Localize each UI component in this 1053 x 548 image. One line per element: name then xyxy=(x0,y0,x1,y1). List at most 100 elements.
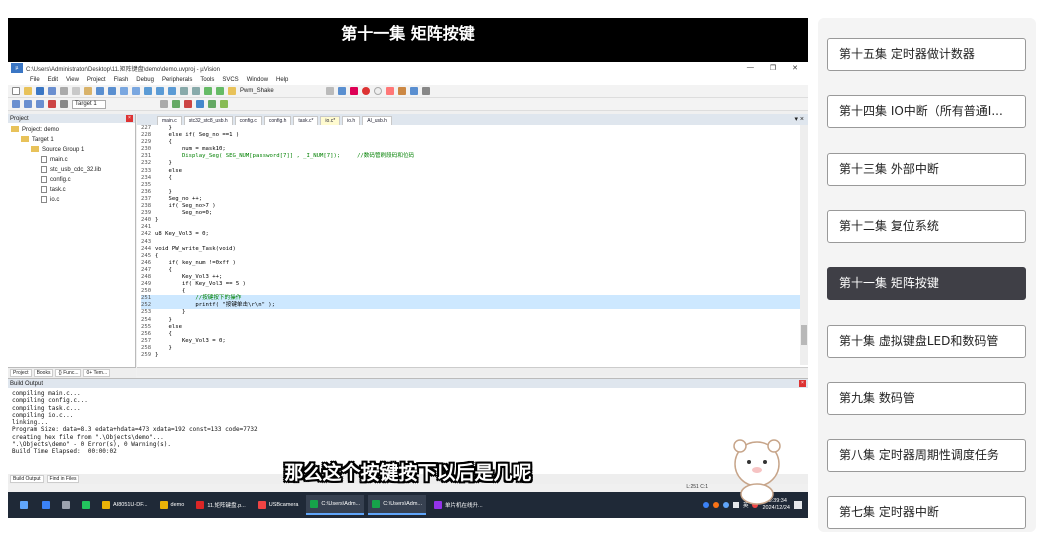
tree-item[interactable]: main.c xyxy=(8,155,135,165)
code-area[interactable]: 227 } 228 else if( Seg_no ==1 ) 229 {230 n… xyxy=(137,125,808,365)
find-combo-text[interactable]: Pwm_Shake xyxy=(240,88,274,94)
project-pane-tab[interactable]: Project xyxy=(10,369,32,377)
window-layout-icon[interactable] xyxy=(409,87,418,95)
tree-item[interactable]: stc_usb_cdc_32.lib xyxy=(8,165,135,175)
editor-tab[interactable]: io.c* xyxy=(320,116,341,125)
taskbar-button[interactable]: AI8051U-DF... xyxy=(98,495,152,515)
project-pane-tab[interactable]: Books xyxy=(33,369,54,377)
tray-app-icon[interactable] xyxy=(702,502,709,508)
stop-build-icon[interactable] xyxy=(60,100,68,108)
editor-tab[interactable]: stc32_stc8_usb.h xyxy=(183,116,233,125)
menu-item-debug[interactable]: Debug xyxy=(136,77,154,83)
manage-packs-icon[interactable] xyxy=(184,100,192,108)
taskbar-button[interactable]: 11.矩阵键盘.p... xyxy=(192,495,249,515)
target-select[interactable]: Target 1 xyxy=(72,99,106,109)
editor-tab[interactable]: main.c xyxy=(157,116,182,125)
new-file-icon[interactable] xyxy=(12,87,20,95)
playlist-item[interactable]: 第十三集 外部中断 xyxy=(827,152,1026,186)
tree-item[interactable]: config.c xyxy=(8,175,135,185)
comment-icon[interactable] xyxy=(204,87,212,95)
close-icon[interactable]: × xyxy=(799,380,806,387)
playlist-item[interactable]: 第十二集 复位系统 xyxy=(827,209,1026,243)
cut-icon[interactable] xyxy=(60,87,68,95)
breakpoint-icon[interactable] xyxy=(361,87,370,95)
find-dropdown-icon[interactable] xyxy=(325,87,334,95)
notification-icon[interactable] xyxy=(794,501,802,509)
clear-breakpoints-icon[interactable] xyxy=(385,87,394,95)
taskbar-button[interactable]: USBcamera xyxy=(254,495,303,515)
copy-icon[interactable] xyxy=(72,87,80,95)
unindent-icon[interactable] xyxy=(192,87,200,95)
menu-item-project[interactable]: Project xyxy=(87,77,106,83)
translate-icon[interactable] xyxy=(12,100,20,108)
taskbar-button[interactable]: demo xyxy=(156,495,189,515)
taskbar-button[interactable]: 单片机在线升... xyxy=(430,495,487,515)
close-icon[interactable]: × xyxy=(126,115,133,122)
menu-item-file[interactable]: File xyxy=(30,77,40,83)
tree-item[interactable]: task.c xyxy=(8,185,135,195)
menu-item-svcs[interactable]: SVCS xyxy=(222,77,238,83)
menu-item-window[interactable]: Window xyxy=(247,77,268,83)
nav-forward-icon[interactable] xyxy=(132,87,140,95)
undo-icon[interactable] xyxy=(96,87,104,95)
menu-item-flash[interactable]: Flash xyxy=(114,77,129,83)
manage-rte-icon[interactable] xyxy=(208,100,216,108)
project-pane-tab[interactable]: {} Func... xyxy=(55,369,82,377)
uncomment-icon[interactable] xyxy=(216,87,224,95)
playlist-item[interactable]: 第七集 定时器中断 xyxy=(827,496,1026,530)
menu-item-tools[interactable]: Tools xyxy=(200,77,214,83)
playlist-item[interactable]: 第十四集 IO中断（所有普通I... xyxy=(827,95,1026,129)
close-icon[interactable]: ▾ × xyxy=(794,115,804,123)
bookmark-next-icon[interactable] xyxy=(168,87,176,95)
project-pane-tab[interactable]: 0+ Tem... xyxy=(83,369,111,377)
editor-tab[interactable]: config.c xyxy=(234,116,262,125)
editor-tab[interactable]: AI_usb.h xyxy=(362,116,392,125)
editor-tab[interactable]: io.h xyxy=(342,116,361,125)
tree-item[interactable]: Project: demo xyxy=(8,125,135,135)
breakpoint-disable-icon[interactable] xyxy=(373,87,382,95)
playlist-item[interactable]: 第十一集 矩阵按键 xyxy=(827,267,1026,301)
editor-horizontal-scrollbar[interactable] xyxy=(137,367,808,376)
tray-app-icon[interactable] xyxy=(712,502,719,508)
save-icon[interactable] xyxy=(36,87,44,95)
find-in-files-icon[interactable] xyxy=(228,87,236,95)
editor-tab[interactable]: task.c* xyxy=(293,116,319,125)
wrench-icon[interactable] xyxy=(421,87,430,95)
video-player[interactable]: 第十一集 矩阵按键 µ C:\Users\Administrator\Deskt… xyxy=(8,18,808,518)
start-button[interactable] xyxy=(16,495,32,515)
redo-icon[interactable] xyxy=(108,87,116,95)
nav-back-icon[interactable] xyxy=(120,87,128,95)
playlist-item[interactable]: 第十集 虚拟键盘LED和数码管 xyxy=(827,324,1026,358)
tree-item[interactable]: Target 1 xyxy=(8,135,135,145)
scroll-thumb[interactable] xyxy=(801,325,807,345)
playlist-item[interactable]: 第九集 数码管 xyxy=(827,381,1026,415)
editor-vertical-scrollbar[interactable] xyxy=(800,125,808,365)
menu-item-view[interactable]: View xyxy=(66,77,79,83)
playlist-item[interactable]: 第八集 定时器周期性调度任务 xyxy=(827,439,1026,473)
tree-item[interactable]: io.c xyxy=(8,195,135,205)
taskbar-button[interactable] xyxy=(78,495,94,515)
pack-installer-icon[interactable] xyxy=(220,100,228,108)
bookmark-prev-icon[interactable] xyxy=(156,87,164,95)
taskbar-button[interactable]: C:\Users\Adm... xyxy=(368,495,427,515)
search-icon[interactable] xyxy=(337,87,346,95)
bookmark-icon[interactable] xyxy=(144,87,152,95)
open-folder-icon[interactable] xyxy=(24,87,32,95)
minimize-button[interactable]: — xyxy=(747,64,754,72)
build-icon[interactable] xyxy=(24,100,32,108)
download-icon[interactable] xyxy=(48,100,56,108)
playlist-item[interactable]: 第十五集 定时器做计数器 xyxy=(827,38,1026,71)
menu-item-help[interactable]: Help xyxy=(276,77,288,83)
debug-icon[interactable] xyxy=(349,87,358,95)
code-editor[interactable]: main.c stc32_stc8_usb.h config.c config.h ta… xyxy=(137,114,808,376)
maximize-button[interactable]: ❐ xyxy=(770,64,776,72)
paste-icon[interactable] xyxy=(84,87,92,95)
editor-tab[interactable]: config.h xyxy=(263,116,292,125)
taskbar-button[interactable]: C:\Users\Adm... xyxy=(306,495,365,515)
target-options-icon[interactable] xyxy=(160,100,168,108)
tree-item[interactable]: Source Group 1 xyxy=(8,145,135,155)
manage-project-icon[interactable] xyxy=(172,100,180,108)
indent-icon[interactable] xyxy=(180,87,188,95)
taskbar-button[interactable] xyxy=(38,495,54,515)
taskbar-button[interactable] xyxy=(58,495,74,515)
